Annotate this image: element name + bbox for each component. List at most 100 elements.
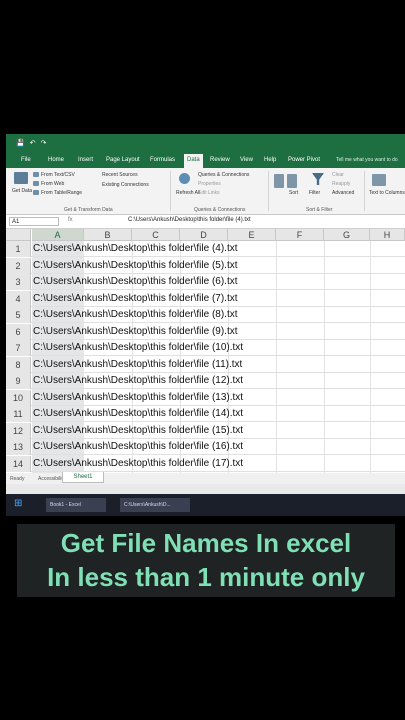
- row-header[interactable]: 13: [6, 439, 31, 455]
- group-get-transform-label: Get & Transform Data: [64, 207, 113, 213]
- select-all-corner[interactable]: [6, 229, 31, 241]
- start-icon[interactable]: ⊞: [14, 498, 22, 509]
- taskbar-excel[interactable]: Book1 - Excel: [46, 498, 106, 512]
- row-header[interactable]: 3: [6, 274, 31, 290]
- clear-button[interactable]: Clear: [332, 172, 344, 178]
- row-header[interactable]: 9: [6, 373, 31, 389]
- row-header[interactable]: 11: [6, 406, 31, 422]
- existing-connections-button[interactable]: Existing Connections: [102, 182, 149, 188]
- tell-me-search[interactable]: Tell me what you want to do: [336, 157, 398, 163]
- refresh-icon[interactable]: [179, 173, 190, 184]
- recent-sources-button[interactable]: Recent Sources: [102, 172, 138, 178]
- column-header[interactable]: D: [180, 229, 228, 241]
- save-icon[interactable]: 💾: [16, 139, 25, 147]
- tab-page-layout[interactable]: Page Layout: [106, 157, 140, 163]
- row-header[interactable]: 1: [6, 241, 31, 257]
- table-range-icon: [33, 190, 39, 195]
- column-header[interactable]: H: [370, 229, 405, 241]
- web-icon: [33, 181, 39, 186]
- ribbon-separator: [170, 171, 171, 211]
- edit-links-button[interactable]: Edit Links: [198, 190, 220, 196]
- tab-formulas[interactable]: Formulas: [150, 157, 175, 163]
- from-text-csv-button[interactable]: From Text/CSV: [41, 172, 75, 178]
- from-web-button[interactable]: From Web: [41, 181, 64, 187]
- undo-icon[interactable]: ↶: [30, 139, 36, 147]
- column-header[interactable]: A: [32, 229, 84, 241]
- tab-file[interactable]: File: [21, 157, 31, 163]
- column-header[interactable]: G: [324, 229, 370, 241]
- name-box[interactable]: A1: [9, 217, 59, 226]
- filter-icon[interactable]: [312, 173, 324, 185]
- tab-power-pivot[interactable]: Power Pivot: [288, 157, 320, 163]
- table-row: 14 C:\Users\Ankush\Desktop\this folder\fi…: [6, 455, 405, 472]
- cell-a[interactable]: C:\Users\Ankush\Desktop\this folder\file…: [32, 456, 243, 472]
- windows-taskbar: ⊞ Book1 - Excel C:\Users\Ankush\D...: [6, 494, 405, 516]
- row-header[interactable]: 10: [6, 389, 31, 406]
- sheet-tab[interactable]: Sheet1: [62, 472, 104, 483]
- tab-data[interactable]: Data: [184, 154, 203, 168]
- table-row: 2 C:\Users\Ankush\Desktop\this folder\fil…: [6, 257, 405, 274]
- cell-a[interactable]: C:\Users\Ankush\Desktop\this folder\file…: [32, 307, 238, 323]
- queries-connections-button[interactable]: Queries & Connections: [198, 172, 249, 178]
- reapply-button[interactable]: Reapply: [332, 181, 350, 187]
- row-header[interactable]: 12: [6, 422, 31, 439]
- row-header[interactable]: 4: [6, 290, 31, 307]
- from-table-range-button[interactable]: From Table/Range: [41, 190, 82, 196]
- cell-a[interactable]: C:\Users\Ankush\Desktop\this folder\file…: [32, 258, 238, 274]
- table-row: 8 C:\Users\Ankush\Desktop\this folder\fil…: [6, 356, 405, 373]
- table-row: 12 C:\Users\Ankush\Desktop\this folder\fi…: [6, 422, 405, 439]
- sort-button[interactable]: Sort: [289, 190, 298, 196]
- cell-a[interactable]: C:\Users\Ankush\Desktop\this folder\file…: [32, 390, 243, 406]
- group-sort-filter-label: Sort & Filter: [306, 207, 333, 213]
- cell-a[interactable]: C:\Users\Ankush\Desktop\this folder\file…: [32, 274, 238, 290]
- cell-a[interactable]: C:\Users\Ankush\Desktop\this folder\file…: [32, 423, 243, 439]
- tab-home[interactable]: Home: [48, 157, 64, 163]
- get-data-icon[interactable]: [14, 172, 28, 184]
- filter-button[interactable]: Filter: [309, 190, 320, 196]
- row-header[interactable]: 2: [6, 257, 31, 274]
- cell-a[interactable]: C:\Users\Ankush\Desktop\this folder\file…: [32, 340, 243, 356]
- table-row: 4 C:\Users\Ankush\Desktop\this folder\fil…: [6, 290, 405, 307]
- cell-a[interactable]: C:\Users\Ankush\Desktop\this folder\file…: [32, 324, 238, 340]
- title-bar: 💾 ↶ ↷: [6, 134, 405, 154]
- redo-icon[interactable]: ↷: [41, 139, 47, 147]
- table-row: 9 C:\Users\Ankush\Desktop\this folder\fil…: [6, 373, 405, 389]
- refresh-all-button[interactable]: Refresh All: [176, 190, 200, 196]
- column-header[interactable]: C: [132, 229, 180, 241]
- formula-input[interactable]: C:\Users\Ankush\Desktop\this folder\file…: [128, 217, 251, 223]
- column-header[interactable]: F: [276, 229, 324, 241]
- table-row: 10 C:\Users\Ankush\Desktop\this folder\fi…: [6, 389, 405, 406]
- advanced-button[interactable]: Advanced: [332, 190, 354, 196]
- table-row: 13 C:\Users\Ankush\Desktop\this folder\fi…: [6, 439, 405, 455]
- taskbar-explorer[interactable]: C:\Users\Ankush\D...: [120, 498, 190, 512]
- tab-help[interactable]: Help: [264, 157, 276, 163]
- fx-icon[interactable]: fx: [68, 217, 73, 223]
- table-row: 1 C:\Users\Ankush\Desktop\this folder\fil…: [6, 241, 405, 257]
- ribbon-data: Get Data From Text/CSV From Web From Tab…: [6, 168, 405, 215]
- row-header[interactable]: 7: [6, 340, 31, 356]
- text-to-columns-icon[interactable]: [372, 174, 386, 186]
- column-header[interactable]: B: [84, 229, 132, 241]
- row-header[interactable]: 8: [6, 356, 31, 373]
- row-header[interactable]: 14: [6, 455, 31, 472]
- cell-a[interactable]: C:\Users\Ankush\Desktop\this folder\file…: [32, 241, 238, 257]
- cell-a[interactable]: C:\Users\Ankush\Desktop\this folder\file…: [32, 373, 243, 389]
- cell-a[interactable]: C:\Users\Ankush\Desktop\this folder\file…: [32, 291, 238, 307]
- tab-review[interactable]: Review: [210, 157, 230, 163]
- properties-button[interactable]: Properties: [198, 181, 221, 187]
- sort-za-icon[interactable]: [287, 174, 297, 188]
- cell-a[interactable]: C:\Users\Ankush\Desktop\this folder\file…: [32, 406, 243, 422]
- get-data-button[interactable]: Get Data: [12, 188, 32, 194]
- column-header[interactable]: E: [228, 229, 276, 241]
- sort-az-icon[interactable]: [274, 174, 284, 188]
- row-header[interactable]: 6: [6, 323, 31, 340]
- tab-view[interactable]: View: [240, 157, 253, 163]
- cell-a[interactable]: C:\Users\Ankush\Desktop\this folder\file…: [32, 357, 242, 373]
- worksheet-grid[interactable]: A B C D E F G H 1 C:\Users\Ankush\Desktop…: [6, 229, 405, 473]
- tab-insert[interactable]: Insert: [78, 157, 93, 163]
- row-header[interactable]: 5: [6, 307, 31, 323]
- caption-line-1: Get File Names In excel: [60, 528, 352, 558]
- cell-a[interactable]: C:\Users\Ankush\Desktop\this folder\file…: [32, 439, 243, 455]
- text-to-columns-button[interactable]: Text to Columns: [369, 190, 405, 196]
- ribbon-tabs: File Home Insert Page Layout Formulas Da…: [6, 154, 405, 168]
